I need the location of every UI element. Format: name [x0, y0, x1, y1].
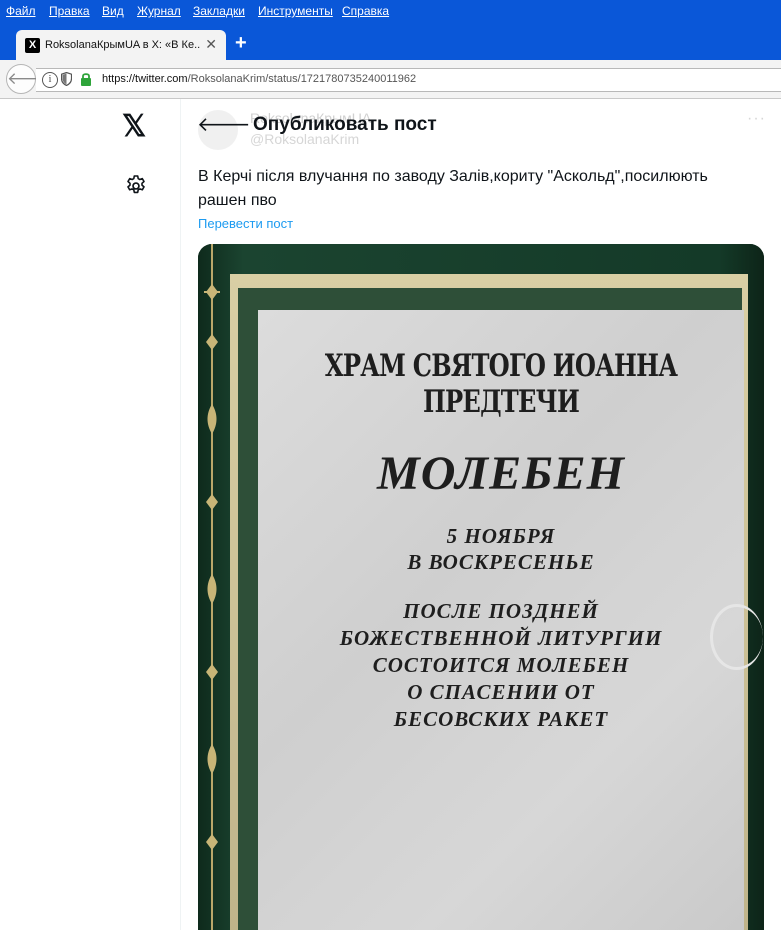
post-image[interactable]: ХРАМ СВЯТОГО ИОАННА ПРЕДТЕЧИ МОЛЕБЕН 5 Н…: [198, 244, 764, 930]
navigation-bar: 🡐 i https://twitter.com/RoksolanaKrim/st…: [0, 60, 781, 99]
sign-body: ПОСЛЕ ПОЗДНЕЙ БОЖЕСТВЕННОЙ ЛИТУРГИИ СОСТ…: [258, 598, 744, 733]
browser-tab[interactable]: X RoksolanaКрымUA в X: «В Ке... ✕: [16, 30, 226, 60]
menu-item-edit[interactable]: Правка: [49, 4, 90, 18]
menu-item-help[interactable]: Справка: [342, 4, 389, 18]
menu-bar: Файл Правка Вид Журнал Закладки Инструме…: [0, 0, 781, 22]
x-logo-icon[interactable]: 𝕏: [122, 112, 146, 142]
sign-title: МОЛЕБЕН: [377, 447, 625, 500]
url-domain: https://twitter.com: [102, 73, 188, 85]
gear-icon[interactable]: [124, 174, 148, 198]
left-sidebar: [0, 99, 181, 930]
sign-body-line: БЕСОВСКИХ РАКЕТ: [393, 707, 609, 731]
sign-temple-name: ХРАМ СВЯТОГО ИОАННА ПРЕДТЕЧИ: [324, 348, 678, 420]
tab-close-icon[interactable]: ✕: [205, 36, 217, 53]
menu-item-tools[interactable]: Инструменты: [258, 4, 333, 18]
sign-date: 5 НОЯБРЯ: [446, 524, 556, 548]
menu-item-bookmarks[interactable]: Закладки: [193, 4, 245, 18]
menu-item-history[interactable]: Журнал: [137, 4, 181, 18]
shield-icon[interactable]: [61, 72, 72, 86]
tab-bar: X RoksolanaКрымUA в X: «В Ке... ✕ +: [0, 22, 781, 60]
sign-day: В ВОСКРЕСЕНЬЕ: [407, 550, 595, 574]
x-favicon-icon: X: [25, 38, 40, 53]
tab-title: RoksolanaКрымUA в X: «В Ке...: [45, 39, 200, 51]
more-icon[interactable]: ···: [747, 110, 766, 128]
address-bar[interactable]: i https://twitter.com/RoksolanaKrim/stat…: [36, 68, 781, 92]
back-arrow-icon[interactable]: 🡐: [197, 112, 251, 137]
sign-body-line: БОЖЕСТВЕННОЙ ЛИТУРГИИ: [339, 626, 663, 650]
new-tab-icon[interactable]: +: [235, 33, 247, 53]
page-title: Опубликовать пост: [253, 114, 437, 135]
menu-item-file[interactable]: Файл: [6, 4, 36, 18]
url-text: https://twitter.com/RoksolanaKrim/status…: [102, 73, 416, 85]
url-path: /RoksolanaKrim/status/172178073524001196…: [187, 73, 417, 85]
info-icon[interactable]: i: [42, 72, 58, 88]
lock-icon[interactable]: [80, 72, 92, 86]
ornament-icon: [204, 244, 220, 930]
sign-body-line: О СПАСЕНИИ ОТ: [407, 680, 595, 704]
sign-body-line: СОСТОИТСЯ МОЛЕБЕН: [372, 653, 630, 677]
post-text: В Керчі після влучання по заводу Залів,к…: [198, 168, 708, 209]
browser-back-button[interactable]: 🡐: [6, 64, 53, 94]
menu-item-view[interactable]: Вид: [102, 4, 124, 18]
sign-body-line: ПОСЛЕ ПОЗДНЕЙ: [403, 599, 599, 623]
translate-post-link[interactable]: Перевести пост: [198, 216, 293, 231]
